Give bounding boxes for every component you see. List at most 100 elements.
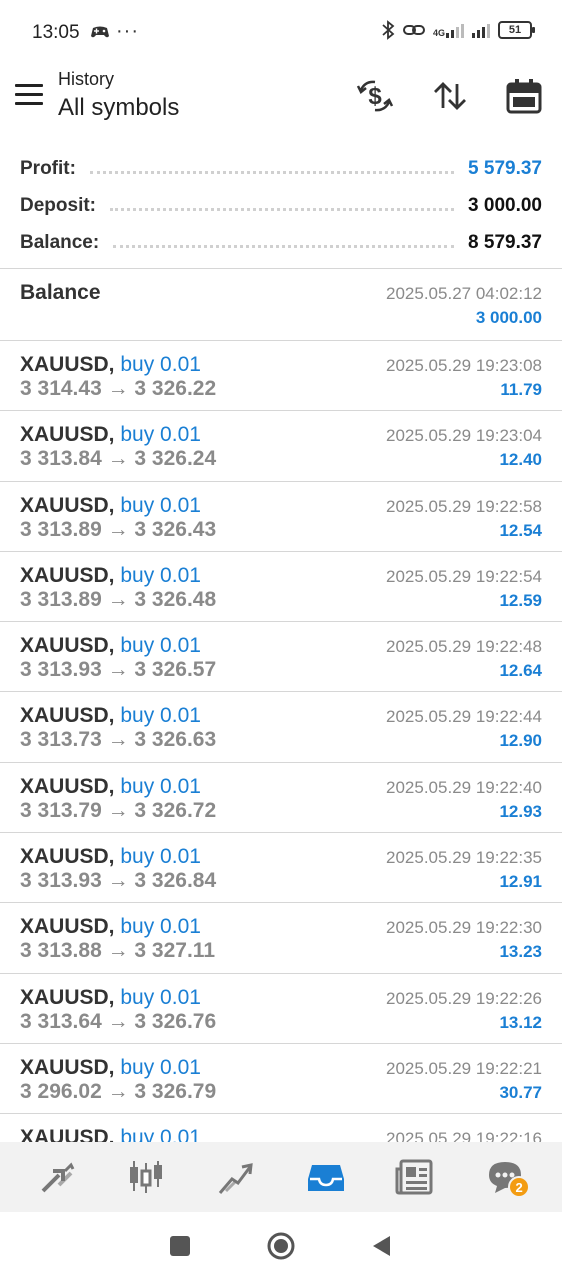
trade-symbol: XAUUSD, xyxy=(20,1055,115,1079)
trade-side: buy 0.01 xyxy=(120,634,201,658)
history-list[interactable]: Balance 2025.05.27 04:02:12 3 000.00 XAU… xyxy=(0,269,562,1142)
trade-date: 2025.05.29 19:22:30 xyxy=(386,918,542,938)
trade-date: 2025.05.29 19:22:26 xyxy=(386,988,542,1008)
trade-title: XAUUSD, buy 0.01 xyxy=(20,494,201,518)
deposit-value: 3 000.00 xyxy=(468,194,542,216)
trade-row[interactable]: XAUUSD, buy 0.01 3 313.89 → 3 326.48 2025.… xyxy=(0,552,562,623)
trade-row[interactable]: XAUUSD, buy 0.01 3 313.73 → 3 326.63 2025.… xyxy=(0,692,562,763)
bluetooth-icon xyxy=(382,20,395,40)
menu-icon[interactable] xyxy=(15,84,43,106)
trade-profit: 13.12 xyxy=(499,1012,542,1032)
balance-entry[interactable]: Balance 2025.05.27 04:02:12 3 000.00 xyxy=(0,269,562,341)
trade-row[interactable]: XAUUSD, buy 0.01 3 313.93 → 3 326.57 2025.… xyxy=(0,622,562,693)
balance-entry-amount: 3 000.00 xyxy=(475,308,542,327)
trade-side: buy 0.01 xyxy=(120,563,201,587)
trade-prices: 3 313.89 → 3 326.48 xyxy=(20,587,217,611)
trade-title: XAUUSD, buy 0.01 xyxy=(20,1126,201,1142)
trade-symbol: XAUUSD, xyxy=(20,634,115,658)
trade-side: buy 0.01 xyxy=(120,423,201,447)
trade-prices: 3 313.88 → 3 327.11 xyxy=(20,939,215,963)
balance-entry-date: 2025.05.27 04:02:12 xyxy=(386,284,542,303)
trade-side: buy 0.01 xyxy=(120,1055,201,1079)
trade-profit: 11.79 xyxy=(500,380,542,399)
trade-date: 2025.05.29 19:22:58 xyxy=(386,496,542,516)
trade-date: 2025.05.29 19:22:54 xyxy=(386,566,542,586)
trade-symbol: XAUUSD, xyxy=(20,774,115,798)
trade-row[interactable]: XAUUSD, buy 0.01 3 313.84 → 3 326.24 2025.… xyxy=(0,411,562,482)
status-time: 13:05 xyxy=(32,22,80,43)
trade-row[interactable]: XAUUSD, buy 0.01 3 313.88 → 3 327.11 2025.… xyxy=(0,903,562,974)
trade-row[interactable]: XAUUSD, buy 0.01 3 296.02 → 3 326.79 2025.… xyxy=(0,1044,562,1115)
trade-side: buy 0.01 xyxy=(120,704,201,728)
home-circle-icon[interactable] xyxy=(261,1226,301,1266)
trade-profit: 12.59 xyxy=(499,590,542,610)
balance-entry-title: Balance xyxy=(20,281,101,304)
trade-title: XAUUSD, buy 0.01 xyxy=(20,1056,201,1080)
trade-date: 2025.05.29 19:22:48 xyxy=(386,637,542,657)
sort-icon[interactable] xyxy=(430,76,470,116)
trade-prices: 3 313.93 → 3 326.57 xyxy=(20,658,217,682)
back-triangle-icon[interactable] xyxy=(362,1226,402,1266)
trade-row[interactable]: XAUUSD, buy 0.01 3 314.43 → 3 326.22 2025.… xyxy=(0,341,562,412)
trade-prices: 3 313.79 → 3 326.72 xyxy=(20,798,217,822)
network-label: 4G xyxy=(432,28,445,38)
trade-profit: 12.91 xyxy=(499,872,542,892)
trade-symbol: XAUUSD, xyxy=(20,985,115,1009)
currency-exchange-icon[interactable]: $ xyxy=(355,76,395,116)
news-icon[interactable] xyxy=(390,1152,440,1202)
trade-title: XAUUSD, buy 0.01 xyxy=(20,775,201,799)
trade-date: 2025.05.29 19:22:35 xyxy=(386,848,542,868)
trade-title: XAUUSD, buy 0.01 xyxy=(20,634,201,658)
trade-title: XAUUSD, buy 0.01 xyxy=(20,423,201,447)
calendar-icon[interactable] xyxy=(504,76,544,116)
trade-prices: 3 313.64 → 3 326.76 xyxy=(20,1009,217,1033)
svg-text:$: $ xyxy=(368,83,382,110)
trade-title: XAUUSD, buy 0.01 xyxy=(20,564,201,588)
trade-symbol: XAUUSD, xyxy=(20,563,115,587)
trade-date: 2025.05.29 19:23:08 xyxy=(386,356,542,375)
chat-icon[interactable]: 2 xyxy=(480,1152,531,1202)
history-icon[interactable] xyxy=(301,1152,351,1202)
trade-title: XAUUSD, buy 0.01 xyxy=(20,915,201,939)
signal-icon xyxy=(446,22,464,38)
trade-prices: 3 313.89 → 3 326.43 xyxy=(20,517,217,541)
trade-profit: 12.90 xyxy=(499,731,542,751)
trade-prices: 3 314.43 → 3 326.22 xyxy=(20,377,217,400)
trade-icon[interactable] xyxy=(211,1152,261,1202)
summary-panel: Profit: 5 579.37 Deposit: 3 000.00 Balan… xyxy=(0,150,562,261)
battery-icon: 51 xyxy=(498,21,535,39)
system-nav xyxy=(0,1212,562,1280)
trade-date: 2025.05.29 19:22:40 xyxy=(386,777,542,797)
chart-icon[interactable] xyxy=(121,1152,171,1202)
trade-row[interactable]: XAUUSD, buy 0.01 3 313.64 → 3 326.76 2025.… xyxy=(0,974,562,1044)
trade-symbol: XAUUSD, xyxy=(20,493,115,517)
recents-square-icon[interactable] xyxy=(160,1226,200,1266)
trade-row[interactable]: XAUUSD, buy 0.01 3 313.89 → 3 326.43 2025.… xyxy=(0,482,562,552)
page-title[interactable]: All symbols xyxy=(58,94,179,122)
quotes-icon[interactable] xyxy=(32,1152,82,1202)
trade-side: buy 0.01 xyxy=(120,845,201,869)
trade-prices: 3 313.73 → 3 326.63 xyxy=(20,728,217,752)
trade-side: buy 0.01 xyxy=(120,1126,201,1142)
trade-side: buy 0.01 xyxy=(120,774,201,798)
profit-label: Profit: xyxy=(20,157,76,179)
signal-icon-2 xyxy=(472,22,490,38)
trade-date: 2025.05.29 19:23:04 xyxy=(386,426,542,446)
trade-row[interactable]: XAUUSD, buy 0.01 3 313.79 → 3 326.72 2025.… xyxy=(0,763,562,834)
trade-profit: 12.64 xyxy=(499,661,542,681)
profit-row: Profit: 5 579.37 xyxy=(0,150,562,187)
trade-side: buy 0.01 xyxy=(120,353,201,376)
trade-row[interactable]: XAUUSD, buy 0.01 2025.05.29 19:22:16 xyxy=(0,1114,562,1142)
trade-symbol: XAUUSD, xyxy=(20,704,115,728)
trade-prices: 3 296.02 → 3 326.79 xyxy=(20,1079,217,1103)
trade-row[interactable]: XAUUSD, buy 0.01 3 313.93 → 3 326.84 2025.… xyxy=(0,833,562,904)
deposit-label: Deposit: xyxy=(20,194,96,216)
trade-side: buy 0.01 xyxy=(120,985,201,1009)
trade-title: XAUUSD, buy 0.01 xyxy=(20,704,201,728)
trade-date: 2025.05.29 19:22:21 xyxy=(386,1058,542,1078)
trade-profit: 12.93 xyxy=(499,801,542,821)
trade-date: 2025.05.29 19:22:16 xyxy=(386,1129,542,1142)
profit-value: 5 579.37 xyxy=(468,157,542,179)
trade-prices: 3 313.84 → 3 326.24 xyxy=(20,447,217,471)
trade-profit: 12.40 xyxy=(499,450,542,470)
